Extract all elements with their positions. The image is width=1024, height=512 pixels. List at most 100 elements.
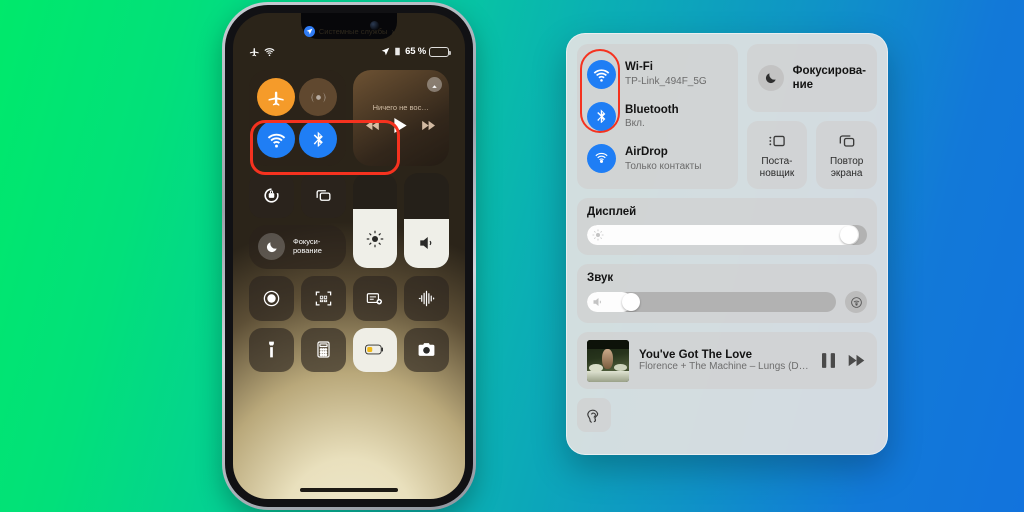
phone-status-bar: 65 % <box>249 46 451 57</box>
location-icon <box>303 26 315 37</box>
phone-frame: Системные службы › 65 % Ничего не вос… Ф… <box>222 2 476 510</box>
wifi-row[interactable]: Wi-Fi TP-Link_494F_5G <box>587 59 728 89</box>
focus-label-line1: Фокусирова- <box>792 64 866 77</box>
airplane-mode-toggle[interactable] <box>257 78 296 116</box>
now-playing-controls <box>822 353 867 368</box>
now-playing-card: You've Got The Love Florence + The Machi… <box>577 332 877 389</box>
airplay-icon[interactable] <box>427 77 442 92</box>
cc-small-buttons-row: Поста- новщик Повтор экрана <box>746 121 877 189</box>
brightness-fill <box>352 209 398 268</box>
cc-top-row: Wi-Fi TP-Link_494F_5G Bluetooth Вкл. Air… <box>577 44 877 189</box>
pause-icon[interactable] <box>822 353 835 368</box>
forward-icon[interactable] <box>848 354 865 367</box>
screen-mirroring-icon <box>839 134 854 147</box>
screen-mirroring-label: Повтор экрана <box>830 156 863 180</box>
sound-card: Звук <box>577 264 877 323</box>
bluetooth-icon[interactable] <box>587 101 616 131</box>
wifi-network-name: TP-Link_494F_5G <box>625 75 707 87</box>
cc-top-right-column: Фокусирова- ние Поста- новщик Повтор экр… <box>746 44 877 189</box>
home-indicator <box>300 488 398 492</box>
brightness-slider[interactable] <box>352 173 398 268</box>
focus-label-line2: ние <box>792 79 814 91</box>
screen-mirroring-line1: Повтор <box>829 155 864 167</box>
stage-manager-line1: Поста- <box>761 155 793 167</box>
wifi-icon[interactable] <box>587 59 616 89</box>
hearing-icon <box>586 409 598 423</box>
airplay-audio-icon[interactable] <box>845 291 867 313</box>
screen-mirroring-tile[interactable] <box>300 173 346 218</box>
chevron-right-icon: › <box>391 27 395 36</box>
moon-icon <box>258 233 285 261</box>
focus-label: Фокусирова- ние <box>793 64 866 93</box>
mac-control-center: Wi-Fi TP-Link_494F_5G Bluetooth Вкл. Air… <box>566 33 888 455</box>
screen-mirroring-line2: экрана <box>830 167 863 179</box>
moon-icon <box>757 65 784 91</box>
speaker-icon <box>593 298 601 306</box>
focus-label-line2: рование <box>293 245 322 255</box>
phone-media-controls <box>366 118 436 133</box>
accessibility-row <box>577 398 877 432</box>
now-playing-subtitle: Florence + The Machine – Lungs (D… <box>639 361 809 372</box>
bluetooth-row[interactable]: Bluetooth Вкл. <box>587 101 728 131</box>
hearing-button[interactable] <box>577 398 611 432</box>
display-brightness-slider[interactable] <box>587 225 867 245</box>
bluetooth-status: Вкл. <box>625 118 645 130</box>
album-artwork <box>587 339 629 382</box>
volume-slider[interactable] <box>404 173 449 268</box>
sound-recognition-tile[interactable] <box>404 275 449 321</box>
connectivity-group <box>249 70 400 175</box>
stage-manager-icon <box>769 135 785 146</box>
sound-slider-knob[interactable] <box>621 293 640 311</box>
stage-manager-line2: новщик <box>759 167 795 179</box>
phone-control-center: Ничего не вос… Фокуси- рование <box>249 70 449 373</box>
bluetooth-toggle[interactable] <box>299 120 338 158</box>
iphone-mockup: Системные службы › 65 % Ничего не вос… Ф… <box>222 2 476 510</box>
system-services-label: Системные службы <box>318 27 388 36</box>
stage-manager-label: Поста- новщик <box>760 156 795 180</box>
display-label: Дисплей <box>587 206 637 218</box>
rewind-icon[interactable] <box>366 120 380 131</box>
quick-note-tile[interactable] <box>352 275 398 321</box>
system-services-banner[interactable]: Системные службы › <box>233 26 465 37</box>
phone-media-widget[interactable]: Ничего не вос… <box>352 70 449 166</box>
focus-tile[interactable]: Фокуси- рование <box>249 224 346 269</box>
airdrop-row[interactable]: AirDrop Только контакты <box>587 144 728 174</box>
display-slider-knob[interactable] <box>839 226 858 244</box>
calculator-tile[interactable] <box>300 327 346 373</box>
battery-icon <box>429 46 451 57</box>
wifi-title: Wi-Fi <box>625 61 653 74</box>
orientation-lock-icon <box>395 47 400 56</box>
phone-media-title: Ничего не вос… <box>372 103 429 112</box>
airplane-icon <box>249 48 259 57</box>
sound-label: Звук <box>587 272 614 284</box>
low-power-mode-tile[interactable] <box>352 327 398 373</box>
airdrop-mode: Только контакты <box>625 160 702 172</box>
cellular-data-toggle[interactable] <box>299 78 338 116</box>
screen-record-tile[interactable] <box>249 275 294 321</box>
phone-screen: Системные службы › 65 % Ничего не вос… Ф… <box>233 13 465 499</box>
battery-percent: 65 % <box>405 46 426 57</box>
stage-manager-button[interactable]: Поста- новщик <box>746 121 808 189</box>
volume-fill <box>404 218 449 268</box>
focus-label: Фокуси- рование <box>293 237 322 255</box>
wifi-icon <box>264 48 275 57</box>
bluetooth-title: Bluetooth <box>625 103 679 116</box>
brightness-icon <box>592 229 604 241</box>
now-playing-title: You've Got The Love <box>639 349 753 361</box>
focus-card[interactable]: Фокусирова- ние <box>746 44 877 112</box>
forward-icon[interactable] <box>421 120 436 131</box>
airdrop-icon[interactable] <box>587 144 616 174</box>
display-slider-fill <box>587 225 859 245</box>
qr-scanner-tile[interactable] <box>300 275 346 321</box>
screen-mirroring-button[interactable]: Повтор экрана <box>816 121 877 189</box>
airdrop-title: AirDrop <box>625 146 668 159</box>
rotation-lock-tile[interactable] <box>249 173 294 218</box>
sound-volume-slider[interactable] <box>587 292 836 312</box>
camera-tile[interactable] <box>404 327 449 373</box>
display-card: Дисплей <box>577 198 877 255</box>
location-arrow-icon <box>381 47 390 56</box>
play-icon[interactable] <box>394 118 407 133</box>
flashlight-tile[interactable] <box>249 327 294 373</box>
wifi-toggle[interactable] <box>257 120 296 158</box>
connectivity-card: Wi-Fi TP-Link_494F_5G Bluetooth Вкл. Air… <box>577 44 738 189</box>
